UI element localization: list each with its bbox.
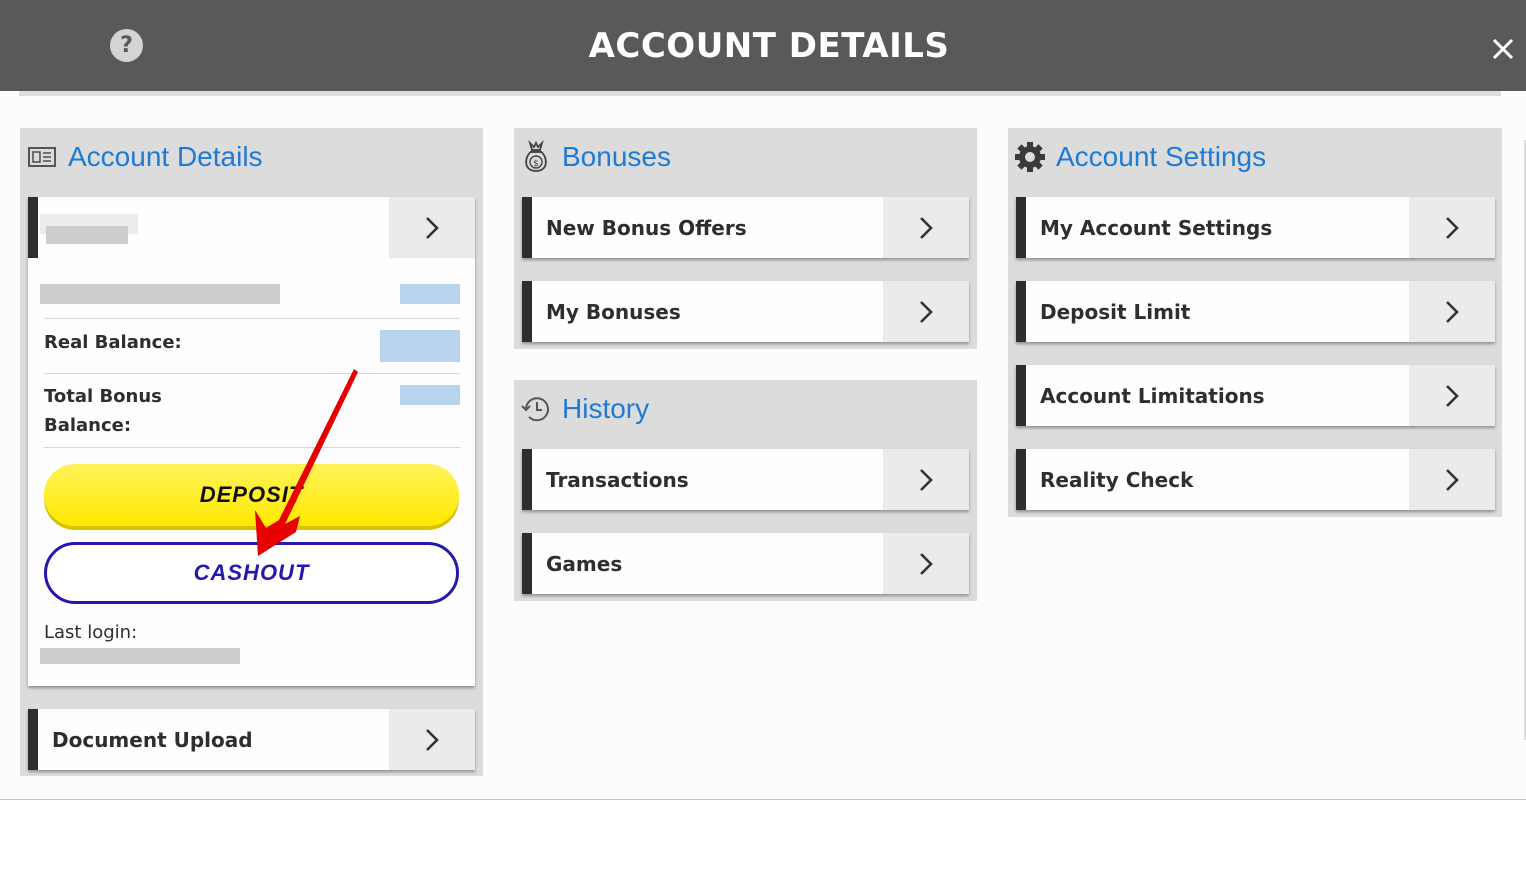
chevron-right-icon (1409, 449, 1495, 510)
transactions-row[interactable]: Transactions (522, 449, 969, 510)
deposit-button[interactable]: DEPOSIT (44, 464, 459, 526)
chevron-right-icon (883, 281, 969, 342)
modal-title: ACCOUNT DETAILS (588, 26, 950, 66)
money-bag-icon: $ (520, 140, 552, 173)
chevron-right-icon (389, 709, 475, 770)
last-login-value (40, 648, 240, 664)
nav-item-label: My Account Settings (1040, 215, 1273, 240)
chevron-right-icon (389, 197, 475, 258)
username-row[interactable] (28, 197, 475, 258)
history-title: History (562, 393, 650, 424)
total-bonus-balance-value (400, 385, 460, 405)
nav-item-label: New Bonus Offers (546, 215, 747, 240)
nav-item-label: Reality Check (1040, 467, 1194, 492)
reality-check-row[interactable]: Reality Check (1016, 449, 1495, 510)
total-bonus-balance-label: Total Bonus Balance: (44, 386, 162, 436)
cashout-button[interactable]: CASHOUT (44, 542, 459, 604)
document-upload-label: Document Upload (52, 727, 253, 752)
chevron-right-icon (883, 197, 969, 258)
account-settings-title: Account Settings (1056, 141, 1267, 172)
close-x-icon (1492, 38, 1514, 60)
close-button[interactable] (1489, 35, 1517, 63)
account-details-header: Account Details (20, 128, 263, 186)
document-upload-row[interactable]: Document Upload (28, 709, 475, 770)
real-balance-label: Real Balance: (44, 332, 182, 353)
divider (44, 373, 460, 374)
account-settings-header: Account Settings (1008, 128, 1266, 186)
bonuses-title: Bonuses (562, 141, 671, 172)
divider (44, 318, 460, 319)
last-login-label: Last login: (44, 622, 138, 643)
chevron-right-icon (1409, 281, 1495, 342)
chevron-right-icon (883, 449, 969, 510)
my-account-settings-row[interactable]: My Account Settings (1016, 197, 1495, 258)
my-bonuses-row[interactable]: My Bonuses (522, 281, 969, 342)
history-header: History (514, 380, 649, 438)
gear-icon (1014, 141, 1046, 173)
nav-item-label: Deposit Limit (1040, 299, 1191, 324)
new-bonus-offers-row[interactable]: New Bonus Offers (522, 197, 969, 258)
account-details-title: Account Details (68, 141, 263, 172)
divider (44, 447, 460, 448)
nav-item-label: Transactions (546, 467, 689, 492)
nav-item-label: Account Limitations (1040, 383, 1265, 408)
account-summary-card: Real Balance: Total Bonus Balance: DEPOS… (28, 258, 475, 686)
nav-item-label: Games (546, 551, 623, 576)
chevron-right-icon (883, 533, 969, 594)
svg-text:$: $ (533, 159, 539, 169)
account-limitations-row[interactable]: Account Limitations (1016, 365, 1495, 426)
chevron-right-icon (1409, 365, 1495, 426)
id-card-icon (26, 141, 58, 173)
history-clock-icon (520, 393, 552, 425)
modal-header: ? ACCOUNT DETAILS (0, 0, 1526, 91)
account-id-amount (400, 284, 460, 304)
games-row[interactable]: Games (522, 533, 969, 594)
deposit-limit-row[interactable]: Deposit Limit (1016, 281, 1495, 342)
real-balance-value (380, 330, 460, 362)
chevron-right-icon (1409, 197, 1495, 258)
account-id-value (40, 284, 280, 304)
nav-item-label: My Bonuses (546, 299, 681, 324)
bonuses-header: $ Bonuses (514, 128, 671, 186)
